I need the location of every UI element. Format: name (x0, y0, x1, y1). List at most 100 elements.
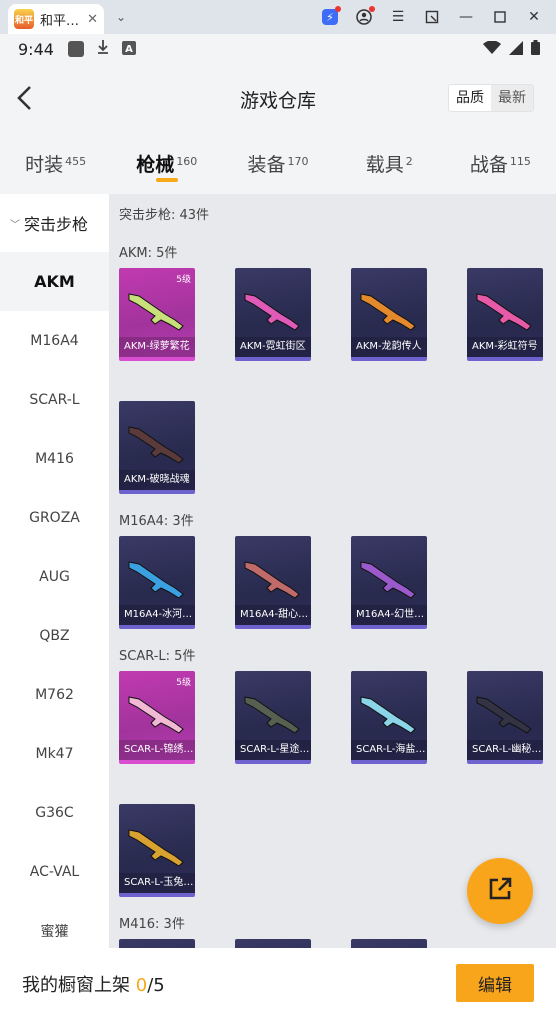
clock: 9:44 (18, 39, 54, 59)
weapon-name: SCAR-L-星途… (235, 740, 311, 760)
rifle-icon (128, 293, 184, 331)
sidebar-item-m16a4[interactable]: M16A4 (0, 311, 109, 370)
weapon-card[interactable]: 5级 AKM-绿萝繁花 (119, 268, 195, 361)
tab-label: 装备 (247, 154, 286, 176)
weapon-card[interactable] (351, 939, 427, 948)
sidebar-group-header[interactable]: ﹀ 突击步枪 (0, 194, 109, 252)
window-titlebar: 和平 和平… ✕ ⌄ ⚡ ☰ — ✕ (0, 0, 556, 34)
chevron-down-icon: ﹀ (10, 219, 20, 231)
weapon-name: AKM-破晓战魂 (119, 470, 195, 490)
sidebar-item-scar-l[interactable]: SCAR-L (0, 370, 109, 429)
tab-close-icon[interactable]: ✕ (87, 12, 98, 27)
rifle-icon (244, 293, 300, 331)
weapon-card[interactable]: M16A4-甜心… (235, 536, 311, 629)
tab-count: 115 (509, 154, 531, 168)
tab-firearms[interactable]: 枪械 160 (111, 134, 222, 190)
weapon-card[interactable]: 5级 SCAR-L-锦绣… (119, 671, 195, 764)
sidebar-item-m762[interactable]: M762 (0, 665, 109, 724)
sidebar-item-akm[interactable]: AKM (0, 252, 109, 311)
section-title: SCAR-L: 5件 (119, 649, 196, 664)
tab-label: 载具 (365, 154, 404, 176)
rifle-icon (128, 426, 184, 464)
menu-icon[interactable]: ☰ (390, 9, 406, 25)
weapon-name: SCAR-L-海盐… (351, 740, 427, 760)
section-title: M16A4: 3件 (119, 514, 194, 529)
maximize-icon[interactable] (492, 9, 508, 25)
share-button[interactable] (467, 858, 533, 924)
level-badge: 5级 (176, 275, 191, 285)
sidebar-item-groza[interactable]: GROZA (0, 488, 109, 547)
weapon-card[interactable] (119, 939, 195, 948)
close-window-icon[interactable]: ✕ (526, 9, 542, 25)
weapon-card[interactable]: AKM-龙韵传人 (351, 268, 427, 361)
showcase-current-count: 0 (135, 974, 148, 996)
notification-app-icon (67, 41, 84, 57)
signal-icon (509, 40, 523, 59)
sidebar-item-mk47[interactable]: Mk47 (0, 724, 109, 783)
tab-fashion[interactable]: 时装 455 (0, 134, 111, 190)
weapon-card[interactable]: M16A4-冰河… (119, 536, 195, 629)
weapon-card[interactable]: AKM-彩虹符号 (467, 268, 543, 361)
battery-icon (531, 39, 540, 59)
app-tab[interactable]: 和平 和平… ✕ (8, 4, 104, 34)
tab-vehicles[interactable]: 载具 2 (334, 134, 445, 190)
sidebar-item-ac-val[interactable]: AC-VAL (0, 842, 109, 901)
rifle-icon (360, 696, 416, 734)
rifle-icon (476, 696, 532, 734)
sidebar-group-label: 突击步枪 (24, 215, 89, 234)
weapon-name: M16A4-甜心… (235, 605, 311, 625)
showcase-bar: 我的橱窗上架 0/5 编辑 (0, 948, 556, 1019)
phone-status-bar: 9:44 A (0, 34, 556, 64)
sort-latest-button[interactable]: 最新 (491, 85, 533, 111)
weapon-card[interactable]: SCAR-L-星途… (235, 671, 311, 764)
weapon-card[interactable]: AKM-霓虹街区 (235, 268, 311, 361)
weapon-card[interactable]: M16A4-幻世… (351, 536, 427, 629)
weapon-sidebar: ﹀ 突击步枪 AKM M16A4 SCAR-L M416 GROZA AUG Q… (0, 194, 109, 948)
tab-equipment[interactable]: 装备 170 (222, 134, 333, 190)
sidebar-item-honey-badger[interactable]: 蜜獾 (0, 901, 109, 948)
rifle-icon (360, 293, 416, 331)
weapon-card[interactable] (235, 939, 311, 948)
rifle-icon (244, 696, 300, 734)
weapon-card[interactable]: AKM-破晓战魂 (119, 401, 195, 494)
tab-title: 和平… (40, 13, 80, 29)
edit-button[interactable]: 编辑 (456, 964, 534, 1002)
rifle-icon (128, 696, 184, 734)
group-summary: 突击步枪: 43件 (119, 208, 210, 223)
showcase-status: 我的橱窗上架 0/5 (22, 971, 165, 997)
rifle-icon (128, 561, 184, 599)
tab-count: 2 (405, 154, 413, 168)
account-icon[interactable] (356, 6, 375, 25)
pin-window-icon[interactable] (424, 9, 440, 25)
rifle-icon (244, 561, 300, 599)
weapon-name: M16A4-幻世… (351, 605, 427, 625)
section-title: M416: 3件 (119, 917, 185, 932)
weapon-name: SCAR-L-玉兔… (119, 873, 195, 893)
download-icon (96, 39, 110, 59)
sort-quality-button[interactable]: 品质 (449, 85, 491, 111)
page-header: 游戏仓库 品质 最新 (0, 64, 556, 132)
active-tab-indicator (155, 178, 178, 182)
sidebar-item-qbz[interactable]: QBZ (0, 606, 109, 665)
sidebar-item-aug[interactable]: AUG (0, 547, 109, 606)
sort-toggle: 品质 最新 (448, 84, 534, 112)
rifle-icon (476, 293, 532, 331)
tab-count: 160 (176, 154, 198, 168)
weapon-name: SCAR-L-锦绣… (119, 740, 195, 760)
minimize-icon[interactable]: — (458, 9, 474, 25)
accelerator-icon[interactable]: ⚡ (322, 6, 341, 25)
tab-count: 455 (65, 154, 87, 168)
tab-label: 战备 (469, 154, 508, 176)
wifi-icon (483, 39, 501, 59)
weapon-card[interactable]: SCAR-L-幽秘… (467, 671, 543, 764)
sidebar-item-m416[interactable]: M416 (0, 429, 109, 488)
tab-label: 时装 (25, 154, 64, 176)
weapon-card[interactable]: SCAR-L-海盐… (351, 671, 427, 764)
svg-text:A: A (125, 44, 133, 55)
chevron-down-icon[interactable]: ⌄ (116, 10, 126, 24)
sidebar-item-g36c[interactable]: G36C (0, 783, 109, 842)
showcase-total: /5 (147, 974, 165, 996)
weapon-card[interactable]: SCAR-L-玉兔… (119, 804, 195, 897)
tab-combat-gear[interactable]: 战备 115 (445, 134, 556, 190)
weapon-name: AKM-彩虹符号 (467, 337, 543, 357)
